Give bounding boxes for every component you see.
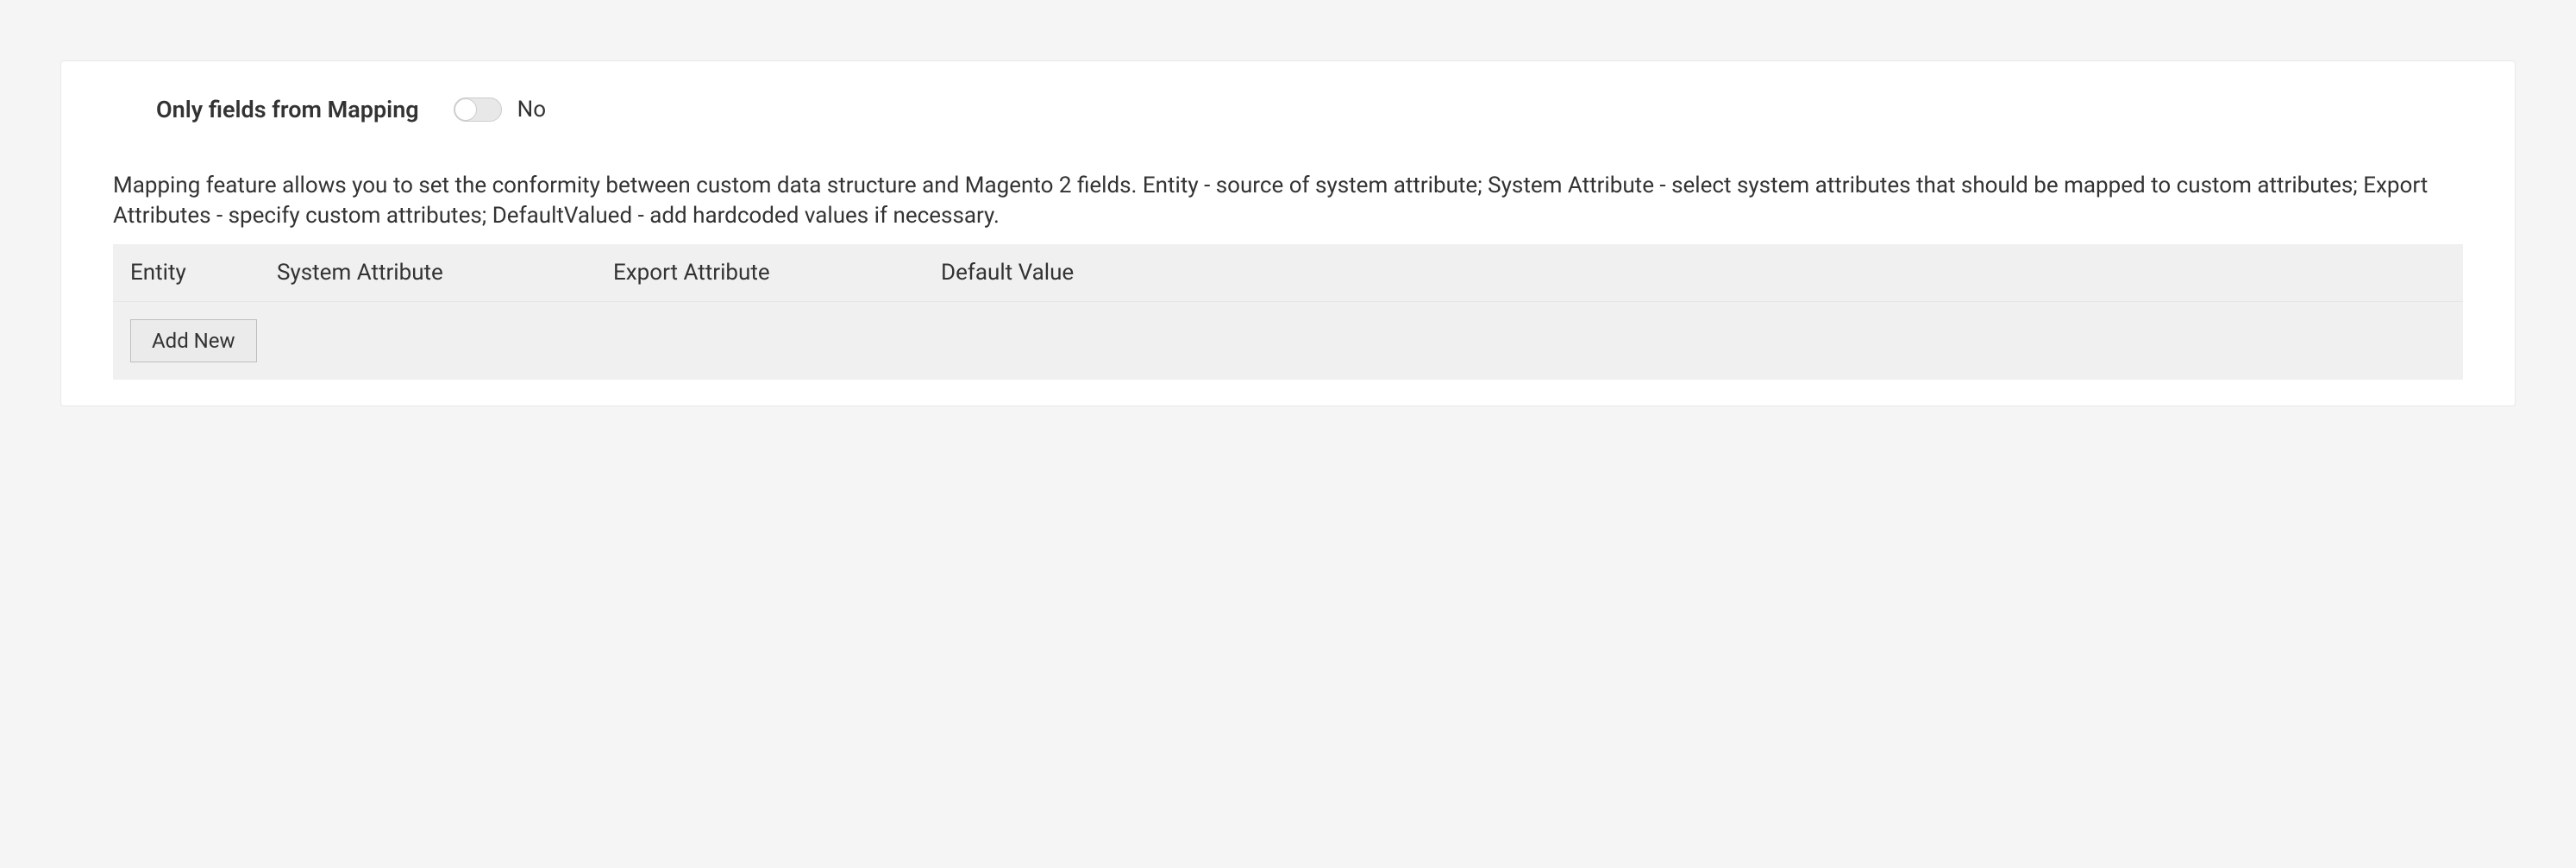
only-fields-toggle-row: Only fields from Mapping No [156, 96, 2463, 123]
header-export-attribute: Export Attribute [613, 260, 941, 286]
mapping-description: Mapping feature allows you to set the co… [113, 171, 2463, 231]
header-system-attribute: System Attribute [277, 260, 613, 286]
only-fields-toggle[interactable]: No [454, 97, 546, 123]
toggle-value-text: No [517, 97, 546, 123]
mapping-card: Only fields from Mapping No Mapping feat… [60, 60, 2516, 406]
table-footer: Add New [113, 302, 2463, 380]
table-header-row: Entity System Attribute Export Attribute… [113, 244, 2463, 302]
header-default-value: Default Value [941, 260, 2446, 286]
toggle-track [454, 97, 502, 122]
only-fields-label: Only fields from Mapping [156, 96, 419, 123]
mapping-table: Entity System Attribute Export Attribute… [113, 244, 2463, 380]
toggle-thumb [454, 98, 477, 121]
header-entity: Entity [130, 260, 277, 286]
add-new-button[interactable]: Add New [130, 319, 257, 362]
